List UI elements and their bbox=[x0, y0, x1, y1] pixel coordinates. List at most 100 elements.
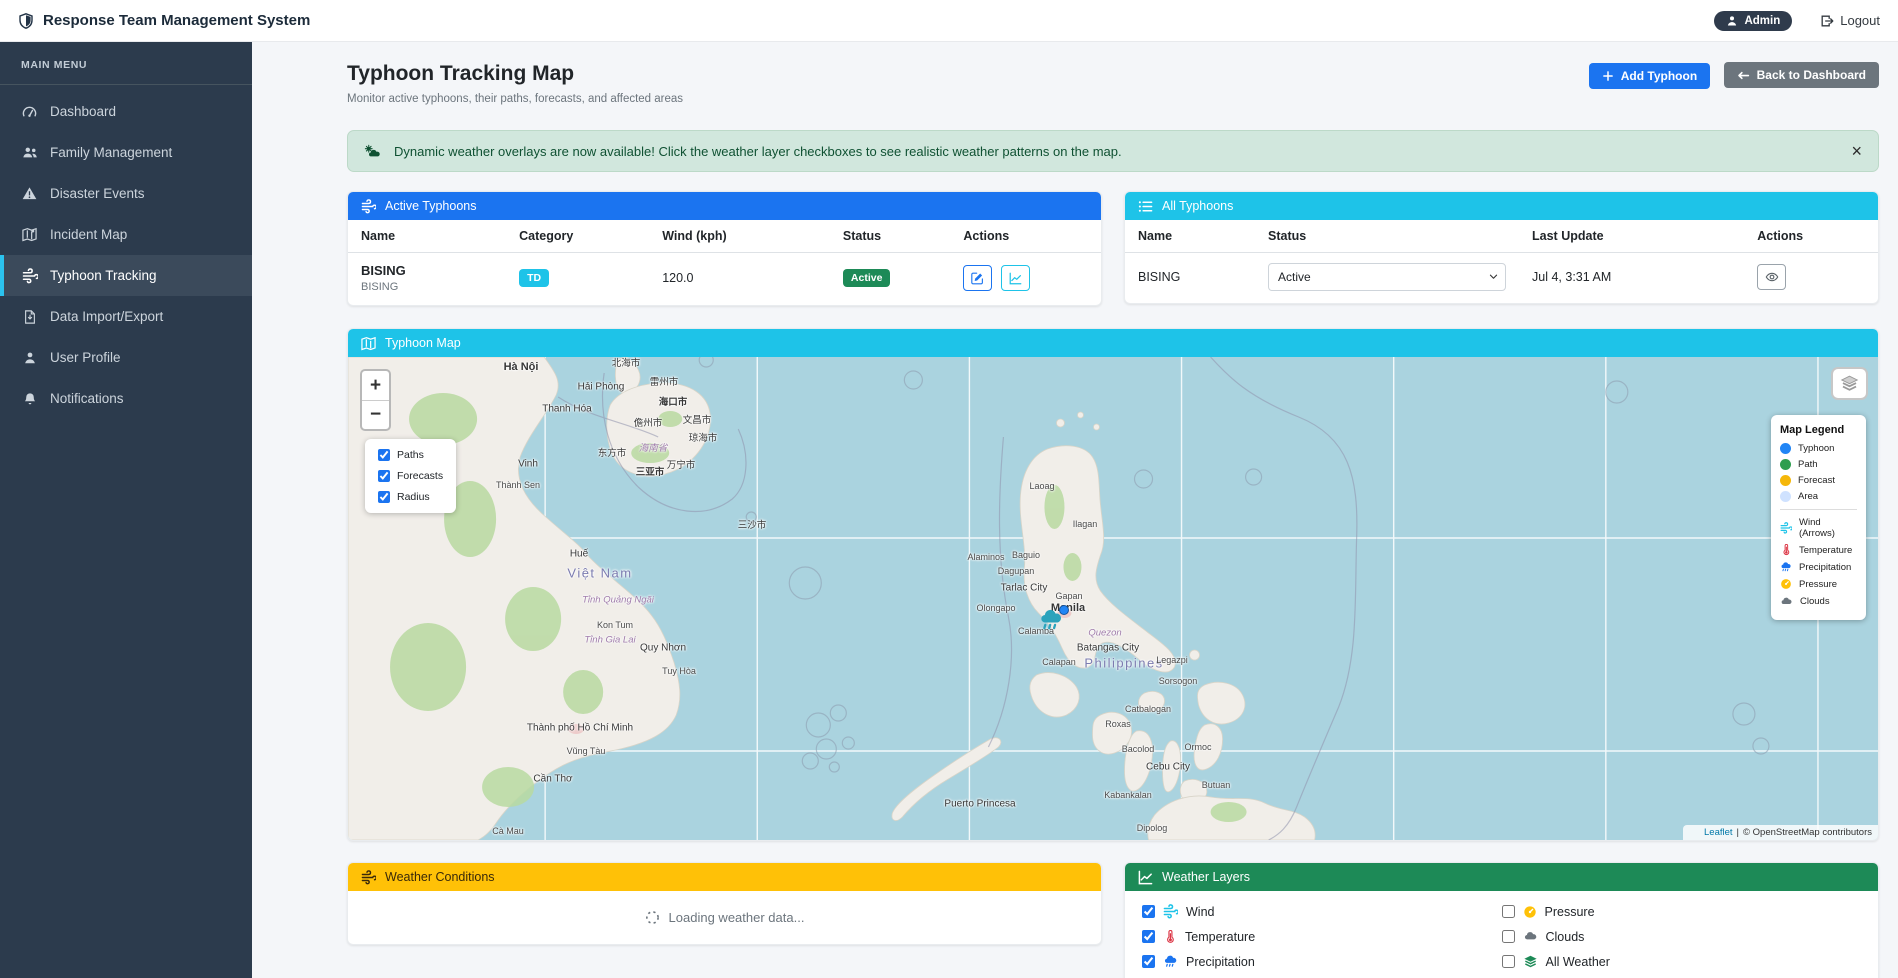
page-title: Typhoon Tracking Map bbox=[347, 62, 683, 86]
sidebar-item-notifications[interactable]: Notifications bbox=[0, 378, 252, 419]
wind-icon bbox=[1163, 904, 1178, 919]
add-typhoon-button[interactable]: Add Typhoon bbox=[1589, 63, 1710, 89]
legend-item-typhoon: Typhoon bbox=[1780, 443, 1857, 454]
edit-button[interactable] bbox=[963, 265, 992, 291]
status-badge: Active bbox=[843, 269, 891, 287]
pressure-layer-checkbox[interactable] bbox=[1502, 905, 1515, 918]
view-button[interactable] bbox=[1757, 264, 1786, 290]
layers-icon bbox=[1523, 954, 1538, 969]
map-marker-icon bbox=[21, 227, 38, 242]
col-header: Status bbox=[830, 220, 950, 253]
list-icon bbox=[1138, 199, 1153, 214]
leaflet-link[interactable]: Leaflet bbox=[1704, 827, 1733, 838]
admin-badge[interactable]: Admin bbox=[1714, 11, 1792, 31]
speedometer-icon bbox=[21, 104, 38, 119]
wind-speed: 120.0 bbox=[662, 271, 693, 285]
map-canvas[interactable]: Hà NộiHải PhòngThanh HóaVinhThành SenHuế… bbox=[348, 357, 1878, 840]
all-weather-layer-checkbox[interactable] bbox=[1502, 955, 1515, 968]
logout-button[interactable]: Logout bbox=[1820, 13, 1880, 28]
col-header: Last Update bbox=[1519, 220, 1744, 253]
wind-layer-toggle[interactable]: Wind bbox=[1142, 904, 1502, 919]
chart-button[interactable] bbox=[1001, 265, 1030, 291]
map-zoom-control: + − bbox=[360, 369, 391, 431]
sidebar-item-incident-map[interactable]: Incident Map bbox=[0, 214, 252, 255]
close-icon[interactable]: × bbox=[1851, 142, 1862, 160]
table-row: BISING Active Jul 4, 3:31 AM bbox=[1125, 253, 1878, 304]
weather-overlay-alert: Dynamic weather overlays are now availab… bbox=[347, 130, 1879, 172]
clouds-layer-checkbox[interactable] bbox=[1502, 930, 1515, 943]
radius-checkbox[interactable] bbox=[378, 491, 390, 503]
sidebar-menu-label: MAIN MENU bbox=[0, 42, 252, 85]
file-import-icon bbox=[21, 310, 38, 324]
sidebar-item-disaster-events[interactable]: Disaster Events bbox=[0, 173, 252, 214]
last-update: Jul 4, 3:31 AM bbox=[1532, 270, 1611, 284]
bell-icon bbox=[21, 392, 38, 406]
warning-triangle-icon bbox=[21, 186, 38, 201]
sidebar: MAIN MENU Dashboard Family Management Di… bbox=[0, 42, 252, 978]
sidebar-item-family-management[interactable]: Family Management bbox=[0, 132, 252, 173]
typhoon-name: BISING bbox=[1138, 270, 1180, 284]
legend-item-clouds: Clouds bbox=[1780, 595, 1857, 608]
all-typhoons-card: All Typhoons Name Status Last Update Act… bbox=[1124, 191, 1879, 304]
radius-toggle[interactable]: Radius bbox=[378, 491, 443, 503]
legend-item-temperature: Temperature bbox=[1780, 544, 1857, 556]
sidebar-item-data-import-export[interactable]: Data Import/Export bbox=[0, 296, 252, 337]
clouds-layer-toggle[interactable]: Clouds bbox=[1502, 929, 1862, 944]
legend-item-precipitation: Precipitation bbox=[1780, 561, 1857, 573]
thermometer-icon bbox=[1780, 544, 1792, 556]
all-weather-layer-toggle[interactable]: All Weather bbox=[1502, 954, 1862, 969]
sidebar-item-typhoon-tracking[interactable]: Typhoon Tracking bbox=[0, 255, 252, 296]
col-header: Name bbox=[1125, 220, 1255, 253]
weather-conditions-card: Weather Conditions Loading weather data.… bbox=[347, 862, 1102, 945]
paths-checkbox[interactable] bbox=[378, 449, 390, 461]
cloud-gear-icon bbox=[364, 144, 381, 159]
precipitation-layer-toggle[interactable]: Precipitation bbox=[1142, 954, 1502, 969]
back-to-dashboard-button[interactable]: Back to Dashboard bbox=[1724, 62, 1879, 88]
cloud-icon bbox=[1523, 929, 1538, 944]
zoom-out-button[interactable]: − bbox=[362, 400, 389, 429]
legend-item-pressure: Pressure bbox=[1780, 578, 1857, 590]
forecasts-toggle[interactable]: Forecasts bbox=[378, 470, 443, 482]
osm-attribution: © OpenStreetMap contributors bbox=[1743, 827, 1872, 838]
legend-item-forecast: Forecast bbox=[1780, 475, 1857, 486]
app-title: Response Team Management System bbox=[43, 12, 310, 29]
pressure-layer-toggle[interactable]: Pressure bbox=[1502, 904, 1862, 919]
people-icon bbox=[21, 145, 38, 160]
rain-cloud-marker[interactable] bbox=[1038, 607, 1064, 633]
legend-item-wind: Wind (Arrows) bbox=[1780, 517, 1857, 539]
typhoon-map-card: Typhoon Map bbox=[347, 328, 1879, 841]
status-select[interactable]: Active bbox=[1268, 263, 1506, 291]
typhoon-name: BISING bbox=[361, 263, 493, 278]
layers-control-button[interactable] bbox=[1831, 367, 1868, 400]
col-header: Category bbox=[506, 220, 649, 253]
table-row: BISING BISING TD 120.0 Active bbox=[348, 253, 1101, 306]
app-brand: Response Team Management System bbox=[18, 12, 310, 29]
map-overlay-toggles: Paths Forecasts Radius bbox=[365, 439, 456, 513]
forecasts-checkbox[interactable] bbox=[378, 470, 390, 482]
paths-toggle[interactable]: Paths bbox=[378, 449, 443, 461]
wind-icon bbox=[1780, 522, 1792, 534]
card-title: Typhoon Map bbox=[385, 336, 461, 350]
col-header: Wind (kph) bbox=[649, 220, 830, 253]
plus-icon bbox=[1602, 70, 1614, 82]
top-navbar: Response Team Management System Admin Lo… bbox=[0, 0, 1898, 42]
legend-item-area: Area bbox=[1780, 491, 1857, 502]
wind-icon bbox=[361, 199, 376, 214]
path-dot bbox=[1780, 459, 1791, 470]
zoom-in-button[interactable]: + bbox=[362, 371, 389, 400]
precipitation-layer-checkbox[interactable] bbox=[1142, 955, 1155, 968]
map-attribution: Leaflet | © OpenStreetMap contributors bbox=[1683, 825, 1878, 840]
gauge-icon bbox=[1523, 905, 1537, 919]
temperature-layer-toggle[interactable]: Temperature bbox=[1142, 929, 1502, 944]
temperature-layer-checkbox[interactable] bbox=[1142, 930, 1155, 943]
gauge-icon bbox=[1780, 578, 1792, 590]
user-icon bbox=[21, 351, 38, 365]
sidebar-item-dashboard[interactable]: Dashboard bbox=[0, 91, 252, 132]
sidebar-item-user-profile[interactable]: User Profile bbox=[0, 337, 252, 378]
page-subtitle: Monitor active typhoons, their paths, fo… bbox=[347, 93, 683, 105]
ukraine-flag-icon bbox=[1689, 829, 1700, 837]
wind-layer-checkbox[interactable] bbox=[1142, 905, 1155, 918]
category-badge: TD bbox=[519, 269, 549, 287]
legend-item-path: Path bbox=[1780, 459, 1857, 470]
card-title: Active Typhoons bbox=[385, 199, 477, 213]
